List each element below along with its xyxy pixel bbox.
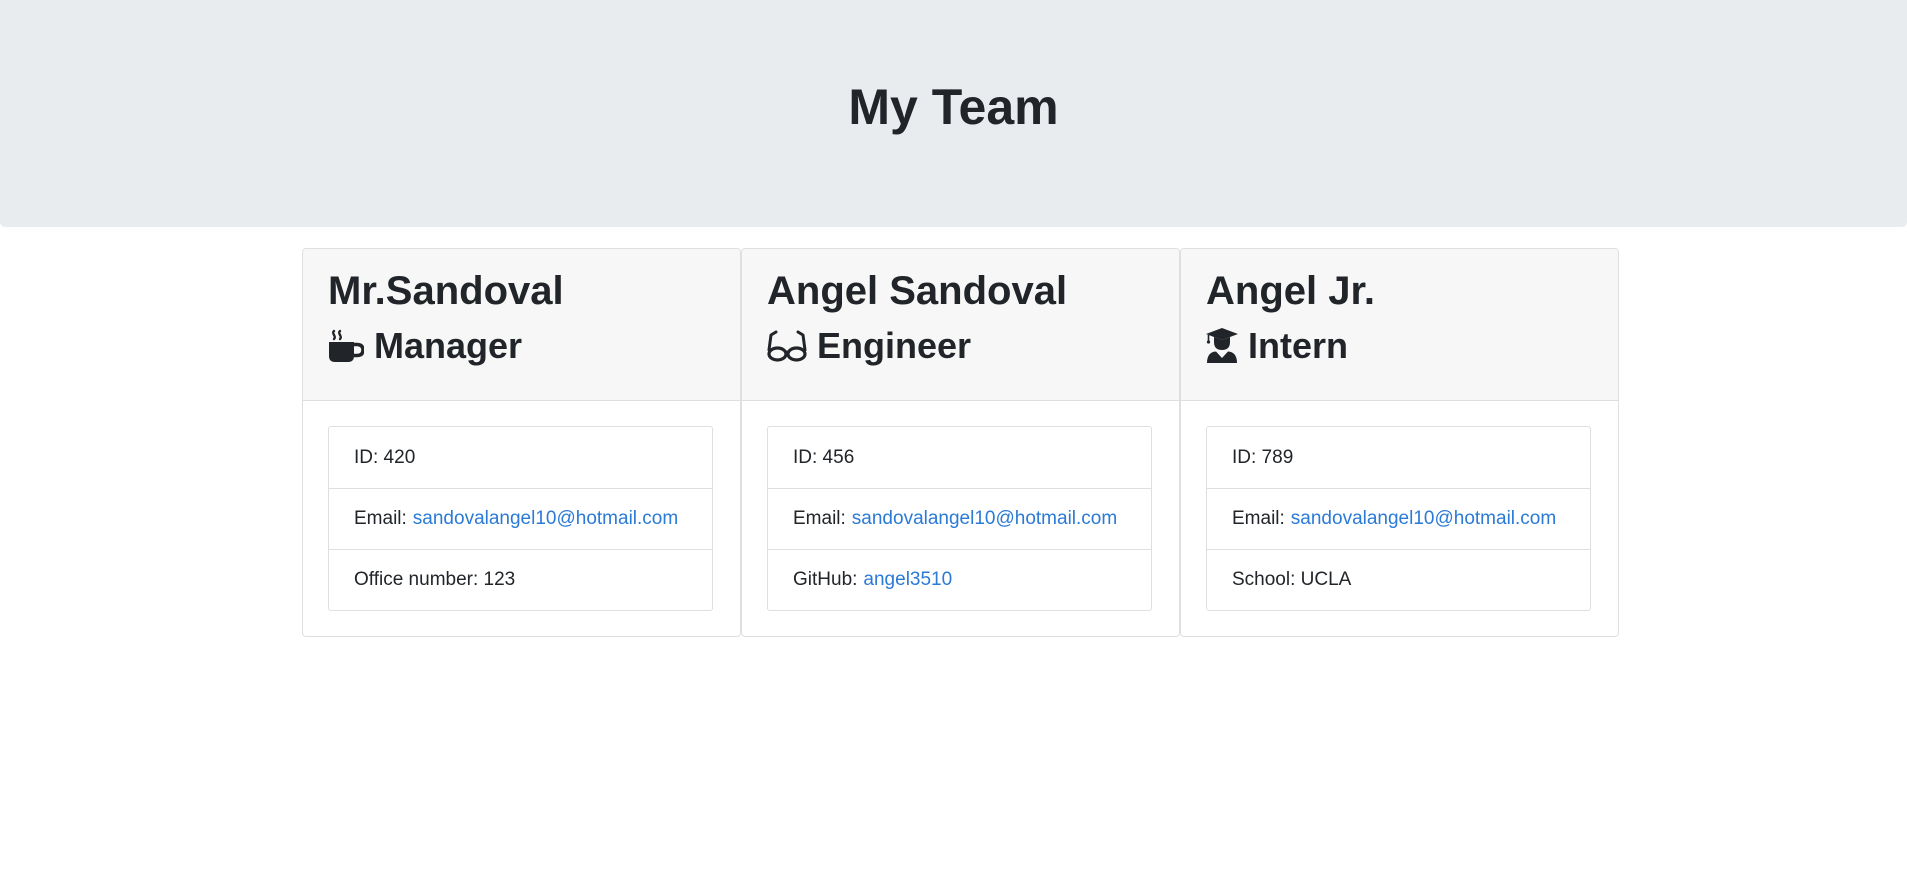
card-header: Angel Jr. Intern [1181,249,1618,401]
list-item-id: ID: 420 [329,427,712,488]
list-item-email: Email: sandovalangel10@hotmail.com [329,488,712,549]
email-link[interactable]: sandovalangel10@hotmail.com [852,508,1117,530]
id-text: ID: 420 [354,446,416,468]
details-list: ID: 420 Email: sandovalangel10@hotmail.c… [328,426,713,611]
github-label: GitHub: [793,569,858,590]
employee-role: Intern [1206,325,1593,367]
team-cards: Mr.Sandoval Manager ID: 420 Email: sando… [302,248,1619,637]
email-label: Email: [1232,508,1285,529]
list-item-email: Email: sandovalangel10@hotmail.com [768,488,1151,549]
details-list: ID: 789 Email: sandovalangel10@hotmail.c… [1206,426,1591,611]
card-body: ID: 420 Email: sandovalangel10@hotmail.c… [303,401,740,636]
employee-card-engineer: Angel Sandoval Engineer ID: 456 Email: s… [741,248,1180,637]
employee-card-manager: Mr.Sandoval Manager ID: 420 Email: sando… [302,248,741,637]
id-text: ID: 789 [1232,446,1294,468]
card-header: Mr.Sandoval Manager [303,249,740,401]
school-text: School: UCLA [1232,569,1352,590]
employee-role: Manager [328,325,715,367]
card-body: ID: 456 Email: sandovalangel10@hotmail.c… [742,401,1179,636]
card-header: Angel Sandoval Engineer [742,249,1179,401]
list-item-school: School: UCLA [1207,549,1590,610]
employee-name: Mr.Sandoval [328,269,564,313]
email-label: Email: [354,508,407,529]
employee-role: Engineer [767,325,1154,367]
coffee-icon [328,329,364,363]
role-label: Manager [374,325,523,366]
graduate-icon [1206,328,1238,364]
page-title: My Team [848,78,1059,135]
role-label: Intern [1248,325,1349,366]
list-item-github: GitHub: angel3510 [768,549,1151,610]
github-link[interactable]: angel3510 [863,569,952,591]
list-item-id: ID: 789 [1207,427,1590,488]
email-label: Email: [793,508,846,529]
employee-card-intern: Angel Jr. Intern ID: 789 Email: sandoval… [1180,248,1619,637]
id-text: ID: 456 [793,446,855,468]
employee-name: Angel Sandoval [767,269,1068,313]
email-link[interactable]: sandovalangel10@hotmail.com [1291,508,1556,530]
details-list: ID: 456 Email: sandovalangel10@hotmail.c… [767,426,1152,611]
employee-name: Angel Jr. [1206,269,1375,313]
card-body: ID: 789 Email: sandovalangel10@hotmail.c… [1181,401,1618,636]
role-label: Engineer [817,325,972,366]
page-header: My Team [0,0,1907,227]
email-link[interactable]: sandovalangel10@hotmail.com [413,508,678,530]
glasses-icon [767,329,807,363]
list-item-office: Office number: 123 [329,549,712,610]
list-item-id: ID: 456 [768,427,1151,488]
list-item-email: Email: sandovalangel10@hotmail.com [1207,488,1590,549]
office-number-text: Office number: 123 [354,569,516,590]
